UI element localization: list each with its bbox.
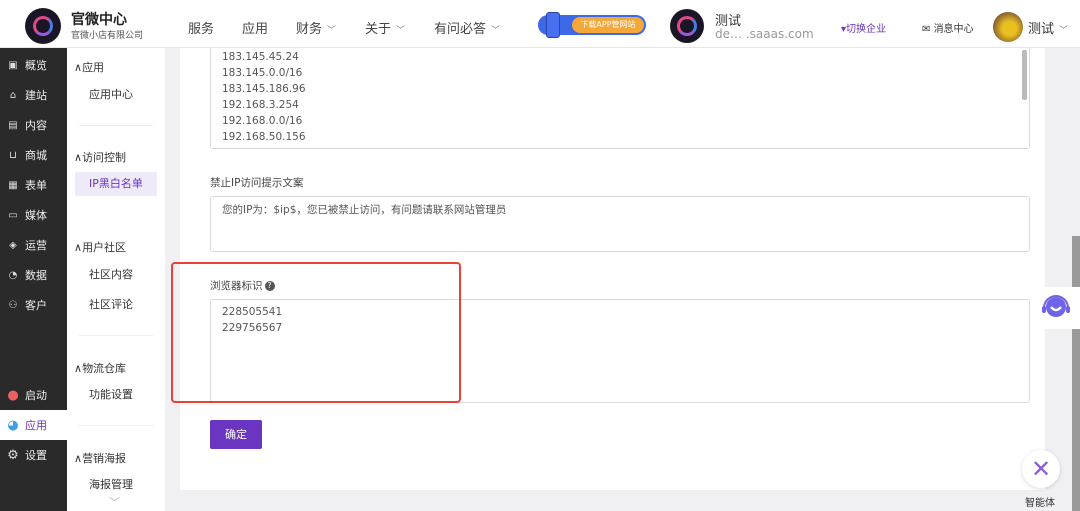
headset-icon <box>1042 295 1070 317</box>
sidebar-item-label: 运营 <box>25 239 47 252</box>
sidebar-item-label: 建站 <box>25 89 47 102</box>
group-community[interactable]: ∧用户社区 <box>74 239 126 255</box>
document-icon: ▤ <box>8 119 18 131</box>
sidebar-item-label: 内容 <box>25 119 47 132</box>
sidebar-item-overview[interactable]: ▣ 概览 <box>0 50 67 80</box>
agent-icon[interactable]: ✕ <box>1022 450 1060 488</box>
sidebar-item-video[interactable]: ▭ 媒体 <box>0 200 67 230</box>
chevron-down-icon: ﹀ <box>396 26 406 36</box>
page-scrollbar[interactable] <box>1072 236 1080 511</box>
sub-sidebar: ∧应用 应用中心 ∧访问控制 IP黑白名单 ∧用户社区 社区内容 社区评论 ∧物… <box>67 48 165 511</box>
deny-message-textarea[interactable]: 您的IP为：$ip$，您已被禁止访问，有问题请联系网站管理员 <box>210 196 1030 252</box>
main-sidebar: ▣ 概览 ⌂ 建站 ▤ 内容 ⊔ 商城 ▦ 表单 ▭ 媒体 ◈ 运营 ◔ 数据 ⚇ 客户 ● 启动 ◕ 应用 ⚙ 设置 <box>0 48 67 511</box>
group-logistics[interactable]: ∧物流仓库 <box>74 360 126 376</box>
sidebar-item-label: 启动 <box>25 389 47 402</box>
sidebar-item-label: 商城 <box>25 149 47 162</box>
message-center-button[interactable]: ✉ 消息中心 <box>922 20 974 35</box>
nav-about[interactable]: 关于 ﹀ <box>365 18 405 37</box>
gear-icon: ⚙ <box>7 447 19 463</box>
home-icon: ⌂ <box>9 89 17 101</box>
org-email: de… .saaas.com <box>715 27 814 41</box>
user-name: 测试 <box>1028 22 1055 37</box>
sidebar-item-label: 数据 <box>25 269 47 282</box>
switch-company-button[interactable]: ▾切换企业 <box>841 20 886 35</box>
user-icon: ⚇ <box>8 299 18 311</box>
banner-text: 下载APP管网站 <box>572 17 644 33</box>
nav-finance[interactable]: 财务 ﹀ <box>296 18 336 37</box>
scroll-down-chevron-icon[interactable]: ﹀ <box>109 494 120 510</box>
divider <box>79 125 153 126</box>
sidebar-item-label: 表单 <box>25 179 47 192</box>
user-menu[interactable]: 测试 ﹀ <box>1028 18 1068 37</box>
chevron-down-icon: ﹀ <box>491 26 501 36</box>
group-access-control[interactable]: ∧访问控制 <box>74 149 126 165</box>
tag-icon: ◈ <box>9 239 17 251</box>
sub-item-community-content[interactable]: 社区内容 <box>75 263 157 287</box>
textarea-scrollbar[interactable] <box>1022 50 1027 100</box>
sidebar-item-label: 概览 <box>25 59 47 72</box>
overview-icon: ▣ <box>8 59 18 71</box>
confirm-button[interactable]: 确定 <box>210 420 262 449</box>
sidebar-item-home[interactable]: ⌂ 建站 <box>0 80 67 110</box>
apps-icon: ◕ <box>7 417 19 433</box>
sidebar-item-label: 媒体 <box>25 209 47 222</box>
avatar[interactable] <box>993 12 1023 42</box>
nav-label: 有问必答 <box>434 22 487 37</box>
rocket-icon: ● <box>7 387 19 403</box>
sidebar-item-launch[interactable]: ● 启动 <box>0 380 67 410</box>
sidebar-item-tag[interactable]: ◈ 运营 <box>0 230 67 260</box>
cart-icon: ⊔ <box>9 149 17 161</box>
chevron-down-icon: ﹀ <box>1059 26 1069 36</box>
customer-support-button[interactable] <box>1032 287 1080 329</box>
nav-faq[interactable]: 有问必答 ﹀ <box>434 18 500 37</box>
nav-label: 财务 <box>296 22 323 37</box>
divider <box>79 425 153 426</box>
org-logo <box>670 9 704 43</box>
phone-icon <box>546 12 560 38</box>
deny-message-label: 禁止IP访问提示文案 <box>210 177 304 189</box>
highlight-box <box>171 262 461 403</box>
sidebar-item-cart[interactable]: ⊔ 商城 <box>0 140 67 170</box>
form-icon: ▦ <box>8 179 18 191</box>
company-name: 官微小店有限公司 <box>71 31 144 41</box>
ip-list-textarea[interactable]: 183.145.45.24 183.145.0.0/16 183.145.186… <box>210 44 1030 149</box>
nav-services[interactable]: 服务 <box>188 18 214 37</box>
sidebar-item-settings[interactable]: ⚙ 设置 <box>0 440 67 470</box>
divider <box>79 335 153 336</box>
sidebar-item-apps[interactable]: ◕ 应用 <box>0 410 67 440</box>
chart-icon: ◔ <box>8 269 18 281</box>
sub-item-app-center[interactable]: 应用中心 <box>75 83 157 107</box>
sidebar-item-document[interactable]: ▤ 内容 <box>0 110 67 140</box>
message-label: 消息中心 <box>933 24 974 35</box>
video-icon: ▭ <box>8 209 18 221</box>
sidebar-item-chart[interactable]: ◔ 数据 <box>0 260 67 290</box>
nav-label: 关于 <box>365 22 392 37</box>
download-app-banner[interactable]: 下载APP管网站 <box>538 12 646 38</box>
sidebar-item-label: 应用 <box>25 419 47 432</box>
sub-item-ip-blacklist[interactable]: IP黑白名单 <box>75 172 157 196</box>
sub-item-community-comments[interactable]: 社区评论 <box>75 293 157 317</box>
group-apps[interactable]: ∧应用 <box>74 59 104 75</box>
sidebar-item-form[interactable]: ▦ 表单 <box>0 170 67 200</box>
brand-title: 官微中心 <box>71 12 127 28</box>
sub-item-feature-settings[interactable]: 功能设置 <box>75 383 157 407</box>
group-poster[interactable]: ∧营销海报 <box>74 450 126 466</box>
nav-apps[interactable]: 应用 <box>242 18 268 37</box>
agent-label: 智能体 <box>1025 498 1055 509</box>
brand-logo[interactable] <box>25 8 61 44</box>
chevron-down-icon: ﹀ <box>327 26 337 36</box>
mail-icon: ✉ <box>922 24 934 35</box>
sidebar-item-label: 客户 <box>25 299 47 312</box>
sidebar-item-user[interactable]: ⚇ 客户 <box>0 290 67 320</box>
top-header: 官微中心 官微小店有限公司 服务 应用 财务 ﹀ 关于 ﹀ 有问必答 ﹀ 下载APP管… <box>0 0 1080 48</box>
sidebar-item-label: 设置 <box>25 449 47 462</box>
